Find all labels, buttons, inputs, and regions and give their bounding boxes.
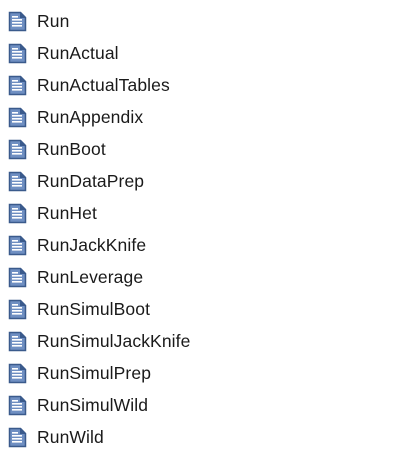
file-item[interactable]: RunSimulWild [0, 389, 419, 421]
file-item[interactable]: RunAppendix [0, 101, 419, 133]
file-label: RunSimulJackKnife [37, 330, 191, 351]
file-item[interactable]: RunActual [0, 37, 419, 69]
document-icon [8, 138, 28, 160]
file-item[interactable]: RunJackKnife [0, 229, 419, 261]
file-label: RunLeverage [37, 266, 144, 287]
file-label: RunHet [37, 202, 97, 223]
file-label: RunAppendix [37, 106, 144, 127]
file-item[interactable]: RunSimulPrep [0, 357, 419, 389]
document-icon [8, 10, 28, 32]
file-item[interactable]: RunActualTables [0, 69, 419, 101]
document-icon [8, 170, 28, 192]
document-icon [8, 202, 28, 224]
file-list: Run RunActual RunActualTables RunAppendi… [0, 0, 419, 453]
document-icon [8, 362, 28, 384]
file-label: RunActualTables [37, 74, 170, 95]
file-item[interactable]: Run [0, 5, 419, 37]
file-label: RunDataPrep [37, 170, 145, 191]
document-icon [8, 298, 28, 320]
file-label: RunJackKnife [37, 234, 147, 255]
file-label: RunSimulBoot [37, 298, 151, 319]
file-label: RunSimulWild [37, 394, 149, 415]
file-item[interactable]: RunBoot [0, 133, 419, 165]
document-icon [8, 266, 28, 288]
file-label: RunBoot [37, 138, 106, 159]
document-icon [8, 106, 28, 128]
file-item[interactable]: RunWild [0, 421, 419, 453]
file-item[interactable]: RunSimulBoot [0, 293, 419, 325]
document-icon [8, 74, 28, 96]
file-item[interactable]: RunLeverage [0, 261, 419, 293]
file-label: Run [37, 10, 70, 31]
document-icon [8, 330, 28, 352]
file-label: RunWild [37, 426, 104, 447]
file-label: RunSimulPrep [37, 362, 152, 383]
file-label: RunActual [37, 42, 119, 63]
document-icon [8, 234, 28, 256]
document-icon [8, 426, 28, 448]
document-icon [8, 42, 28, 64]
file-item[interactable]: RunHet [0, 197, 419, 229]
file-item[interactable]: RunDataPrep [0, 165, 419, 197]
file-item[interactable]: RunSimulJackKnife [0, 325, 419, 357]
document-icon [8, 394, 28, 416]
